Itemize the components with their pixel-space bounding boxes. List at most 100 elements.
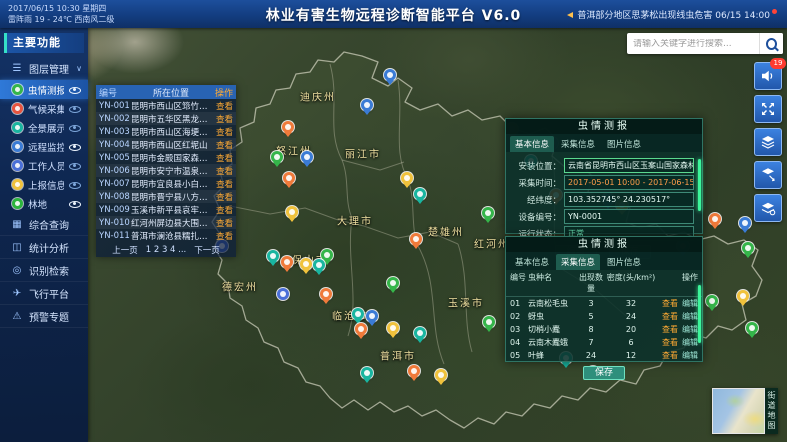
layer-locate-button[interactable] — [754, 161, 782, 189]
view-link[interactable]: 查看 — [211, 204, 233, 216]
map-marker-report[interactable] — [387, 322, 399, 334]
sidebar-layer-item[interactable]: 上报信息 — [0, 175, 88, 194]
sidebar-layer-item[interactable]: 林地 — [0, 194, 88, 213]
layer-switch-button[interactable] — [754, 128, 782, 156]
tab-basic-info[interactable]: 基本信息 — [510, 136, 554, 152]
map-marker-camera[interactable] — [739, 217, 751, 229]
save-button[interactable]: 保存 — [583, 366, 625, 380]
map-marker-report[interactable] — [737, 290, 749, 302]
map-marker-report[interactable] — [435, 369, 447, 381]
view-link[interactable]: 查看 — [211, 217, 233, 229]
view-link[interactable]: 查看 — [211, 152, 233, 164]
table-row[interactable]: YN-002昆明市五华区黑龙潭公园查看 — [96, 112, 236, 125]
tab-image-info[interactable]: 图片信息 — [602, 136, 646, 152]
view-link[interactable]: 查看 — [211, 178, 233, 190]
field-value[interactable]: 2017-05-01 10:00 - 2017-06-15 10:00 — [564, 175, 694, 190]
search-input[interactable] — [627, 39, 759, 49]
panel-scrollbar[interactable] — [698, 285, 701, 343]
table-row[interactable]: YN-004昆明市西山区红坭山查看 — [96, 138, 236, 151]
sidebar-layer-item[interactable]: 远程监控 — [0, 137, 88, 156]
map-marker-pano[interactable] — [361, 367, 373, 379]
map-marker-pano[interactable] — [313, 259, 325, 271]
eye-visibility-icon[interactable] — [69, 180, 81, 189]
map-marker-lamp[interactable] — [746, 322, 758, 334]
view-link[interactable]: 查看 — [211, 113, 233, 125]
panel-scrollbar[interactable] — [698, 159, 701, 211]
search-button[interactable] — [759, 33, 783, 54]
minimap-label[interactable]: 街道地图 — [765, 388, 778, 434]
map-marker-station[interactable] — [281, 256, 293, 268]
map-marker-lamp[interactable] — [482, 207, 494, 219]
map-marker-lamp[interactable] — [706, 295, 718, 307]
sidebar-layer-item[interactable]: 气候采集站 — [0, 99, 88, 118]
edit-link[interactable]: 编辑 — [682, 299, 698, 308]
map-marker-station[interactable] — [283, 172, 295, 184]
map-marker-pano[interactable] — [414, 327, 426, 339]
tab-collect-info[interactable]: 采集信息 — [556, 136, 600, 152]
sidebar-layer-item[interactable]: 虫情测报灯 — [0, 80, 88, 99]
prev-page-button[interactable]: 上一页 — [112, 244, 138, 256]
edit-link[interactable]: 编辑 — [682, 351, 698, 360]
map-marker-lamp[interactable] — [271, 151, 283, 163]
edit-link[interactable]: 编辑 — [682, 312, 698, 321]
edit-link[interactable]: 编辑 — [682, 338, 698, 347]
map-marker-station[interactable] — [320, 288, 332, 300]
view-link[interactable]: 查看 — [211, 100, 233, 112]
map-marker-station[interactable] — [282, 121, 294, 133]
sidebar-item-layer-management[interactable]: ☰ 图层管理 ∨ — [0, 57, 88, 80]
eye-visibility-icon[interactable] — [69, 161, 81, 170]
map-marker-pano[interactable] — [267, 250, 279, 262]
sidebar-item-warning-topic[interactable]: ⚠ 预警专题 — [0, 305, 88, 328]
tab-basic-info[interactable]: 基本信息 — [510, 254, 554, 270]
sidebar-item-flight-platform[interactable]: ✈ 飞行平台 — [0, 282, 88, 305]
sidebar-layer-item[interactable]: 全景展示 — [0, 118, 88, 137]
map-marker-camera[interactable] — [384, 69, 396, 81]
table-row[interactable]: YN-010红河州屏边县大围山自然保...查看 — [96, 216, 236, 229]
eye-visibility-icon[interactable] — [69, 104, 81, 113]
edit-link[interactable]: 编辑 — [682, 325, 698, 334]
table-row[interactable]: YN-005昆明市金殿国家森林公园...查看 — [96, 151, 236, 164]
tab-image-info[interactable]: 图片信息 — [602, 254, 646, 270]
table-row[interactable]: YN-011普洱市澜沧县糯扎渡自然保...查看 — [96, 229, 236, 242]
next-page-button[interactable]: 下一页 — [194, 244, 220, 256]
table-row[interactable]: YN-003昆明市西山区海埂公园查看 — [96, 125, 236, 138]
tab-collect-info[interactable]: 采集信息 — [556, 254, 600, 270]
map-marker-pano[interactable] — [352, 308, 364, 320]
eye-visibility-icon[interactable] — [69, 142, 81, 151]
map-marker-station[interactable] — [410, 233, 422, 245]
map-marker-lamp[interactable] — [742, 242, 754, 254]
field-value[interactable]: 103.352745° 24.230517° — [564, 192, 694, 207]
view-link[interactable]: 查看 — [211, 191, 233, 203]
view-link[interactable]: 查看 — [662, 312, 678, 321]
eye-visibility-icon[interactable] — [69, 199, 81, 208]
sidebar-item-statistics[interactable]: ◫ 统计分析 — [0, 236, 88, 259]
page-numbers[interactable]: 1 2 3 4 ... — [146, 245, 187, 255]
map-marker-report[interactable] — [286, 206, 298, 218]
field-value[interactable]: 云南省昆明市西山区玉案山国家森林公园 — [564, 158, 694, 173]
map-marker-camera[interactable] — [361, 99, 373, 111]
map-marker-camera[interactable] — [366, 310, 378, 322]
view-link[interactable]: 查看 — [662, 351, 678, 360]
map-marker-station[interactable] — [408, 365, 420, 377]
notice-ticker[interactable]: 普洱部分地区思茅松出现线虫危害 06/15 14:00 — [567, 8, 777, 21]
map-marker-camera[interactable] — [301, 151, 313, 163]
minimap[interactable]: 街道地图 — [712, 388, 778, 434]
eye-visibility-icon[interactable] — [69, 123, 81, 132]
map-marker-person[interactable] — [277, 288, 289, 300]
broadcast-button[interactable]: 19 — [754, 62, 782, 90]
view-link[interactable]: 查看 — [211, 165, 233, 177]
table-row[interactable]: YN-008昆明市晋宁县八方街小丛山查看 — [96, 190, 236, 203]
map-marker-lamp[interactable] — [387, 277, 399, 289]
map-marker-report[interactable] — [300, 258, 312, 270]
view-link[interactable]: 查看 — [211, 126, 233, 138]
sidebar-layer-item[interactable]: 工作人员 — [0, 156, 88, 175]
map-marker-lamp[interactable] — [483, 316, 495, 328]
table-row[interactable]: YN-009玉溪市新平县哀牢山自然保...查看 — [96, 203, 236, 216]
sidebar-item-query[interactable]: ▦ 综合查询 — [0, 213, 88, 236]
view-link[interactable]: 查看 — [662, 325, 678, 334]
basemap-button[interactable] — [754, 194, 782, 222]
view-link[interactable]: 查看 — [211, 230, 233, 242]
table-row[interactable]: YN-001昆明市西山区筇竹寺水库附...查看 — [96, 99, 236, 112]
view-link[interactable]: 查看 — [662, 299, 678, 308]
map-marker-lamp[interactable] — [321, 249, 333, 261]
